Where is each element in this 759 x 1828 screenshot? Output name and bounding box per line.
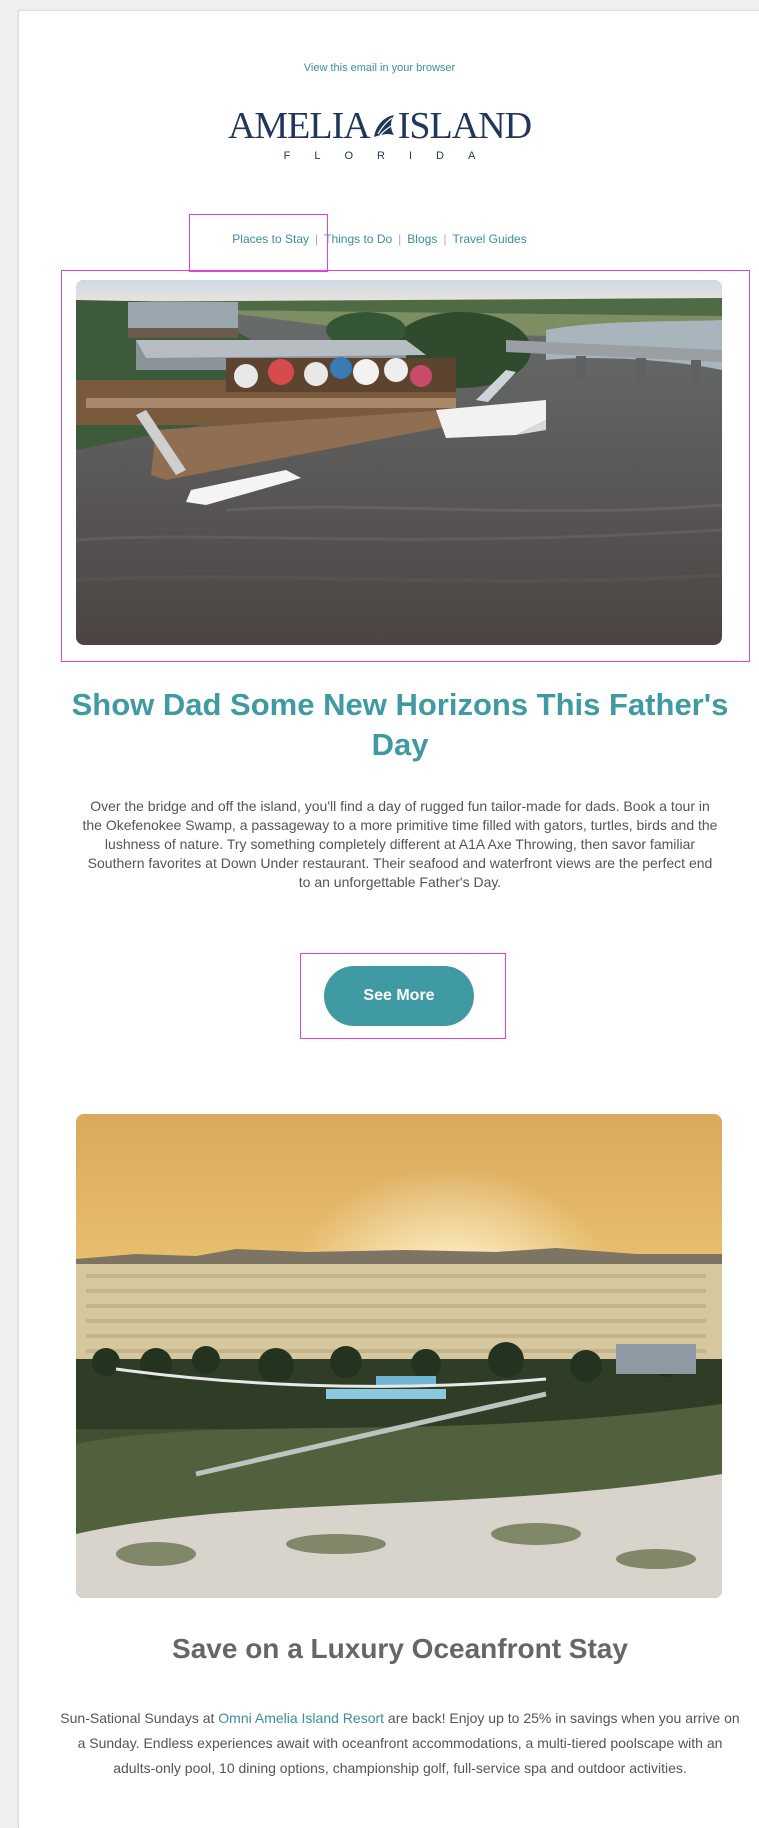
feature-title-oceanfront: Save on a Luxury Oceanfront Stay — [172, 1633, 628, 1664]
oceanfront-resort-image[interactable] — [76, 1114, 722, 1598]
feature-body-fathers-day: Over the bridge and off the island, you'… — [82, 798, 718, 890]
view-in-browser-link[interactable]: View this email in your browser — [0, 62, 759, 74]
feature-body-oceanfront: Sun-Sational Sundays at Omni Amelia Isla… — [55, 1706, 745, 1781]
logo-state: FLORIDA — [283, 150, 500, 162]
nav-item-travel-guides[interactable]: Travel Guides — [446, 232, 532, 246]
logo-name-right: ISLAND — [397, 105, 532, 147]
shell-icon — [373, 115, 394, 137]
nav-item-blogs[interactable]: Blogs — [401, 232, 443, 246]
amelia-island-logo[interactable]: AMELIA ISLAND FLORIDA — [0, 104, 759, 162]
resort-photo-icon — [76, 1114, 722, 1598]
see-more-button[interactable]: See More — [324, 966, 474, 1026]
waterfront-restaurant-image[interactable] — [76, 280, 722, 645]
omni-resort-link[interactable]: Omni Amelia Island Resort — [218, 1710, 384, 1726]
nav-item-things-to-do[interactable]: Things to Do — [318, 232, 398, 246]
body-text: Sun-Sational Sundays at — [60, 1710, 219, 1726]
feature-title-fathers-day: Show Dad Some New Horizons This Father's… — [71, 687, 729, 762]
nav-item-places-to-stay[interactable]: Places to Stay — [226, 232, 315, 246]
logo-wordmark: AMELIA ISLAND — [227, 104, 532, 148]
top-nav: Places to Stay | Things to Do | Blogs | Travel… — [0, 232, 759, 246]
logo-name-left: AMELIA — [227, 105, 371, 147]
waterfront-photo-icon — [76, 280, 722, 645]
